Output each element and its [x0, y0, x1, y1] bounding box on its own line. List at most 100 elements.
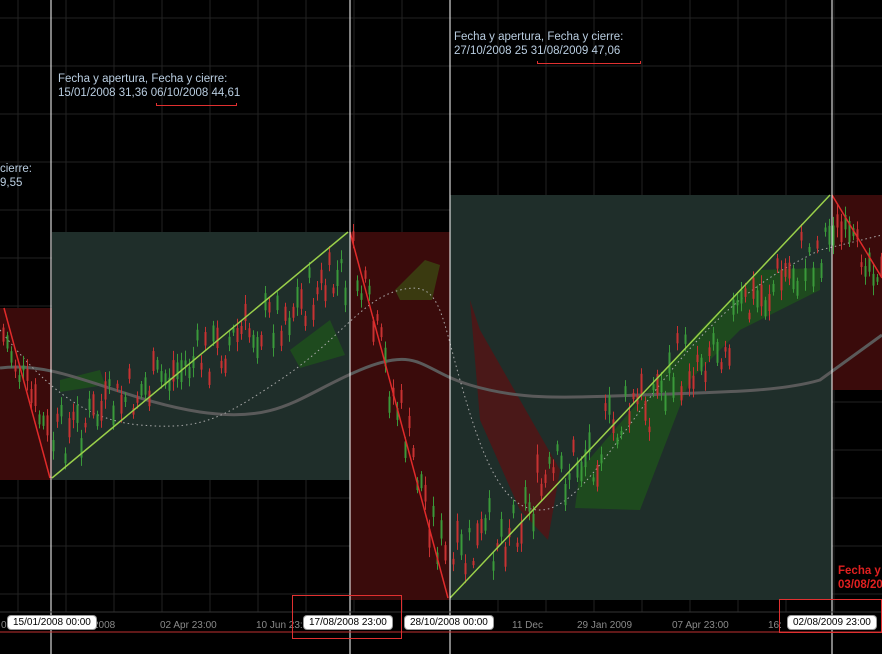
trend-info-label-1: Fecha y apertura, Fecha y cierre: 15/01/… — [58, 72, 240, 100]
candle-seg2-body — [208, 371, 211, 385]
candle-seg2-body — [276, 295, 279, 311]
candle-seg2-body — [284, 306, 287, 321]
candle-seg2-body — [328, 252, 331, 266]
candle-seg4-body — [524, 487, 527, 504]
candle-seg4-body — [460, 534, 463, 556]
candle-seg2-body — [332, 287, 335, 294]
candle-seg2-body — [272, 332, 275, 349]
x-tick-0: 2008 — [93, 620, 116, 631]
candle-seg2-body — [96, 414, 99, 427]
candle-seg5-body — [840, 221, 843, 243]
x-crosshair-badge-4[interactable]: 02/08/2009 23:00 — [788, 616, 876, 629]
candle-seg4-body — [648, 426, 651, 433]
candle-seg2-body — [84, 422, 87, 428]
candle-seg4-body — [724, 347, 727, 352]
candle-seg4-body — [720, 362, 723, 370]
close-value-underline-1 — [156, 103, 237, 106]
candle-seg4-body — [800, 231, 803, 241]
trend-info-0-header: cierre: — [0, 163, 32, 175]
candle-seg4-body — [688, 371, 691, 389]
candle-seg3-body — [432, 505, 435, 517]
candle-seg2-body — [280, 330, 283, 346]
trend-info-label-2: Fecha y apertura, Fecha y cierre: 27/10/… — [454, 30, 623, 58]
candle-seg4-body — [620, 430, 623, 435]
candle-seg3-body — [420, 474, 423, 489]
candle-seg3-body — [444, 545, 447, 561]
candle-seg2-body — [144, 377, 147, 395]
x-tick-3: 11 Dec — [512, 620, 543, 631]
candle-seg2-body — [304, 315, 307, 326]
candle-seg2-body — [76, 405, 79, 423]
candle-seg2-body — [68, 418, 71, 438]
candle-seg4-body — [532, 513, 535, 532]
candle-seg4-body — [768, 294, 771, 312]
trend-info-1-header: Fecha y apertura, Fecha y cierre: — [58, 73, 228, 85]
x-tick-1: 02 Apr 23:00 — [160, 620, 217, 631]
candle-seg2-body — [248, 328, 251, 338]
trend-info-label-0: cierre: 9,55 — [0, 162, 32, 190]
candle-seg4-body — [760, 284, 763, 307]
candle-seg2-body — [128, 368, 131, 379]
x-crosshair-badge-3[interactable]: 28/10/2008 00:00 — [405, 616, 493, 629]
candle-seg4-body — [664, 394, 667, 412]
trend-info-2-values: 27/10/2008 25 31/08/2009 47,06 — [454, 45, 621, 57]
candle-seg4-body — [696, 354, 699, 363]
candle-seg1-body — [34, 384, 37, 407]
candle-seg4-body — [584, 449, 587, 468]
candle-seg3-body — [364, 270, 367, 279]
candle-seg2-body — [260, 334, 263, 347]
candle-seg4-body — [796, 280, 799, 296]
x-tick-5: 07 Apr 23:00 — [672, 620, 729, 631]
candle-seg2-body — [136, 397, 139, 403]
candle-seg4-body — [608, 395, 611, 415]
candle-seg4-body — [600, 454, 603, 464]
candle-seg2-body — [340, 259, 343, 264]
trend-info-label-3: Fecha y 03/08/20 — [838, 564, 882, 592]
candle-seg5-body — [836, 214, 839, 228]
candle-seg1-body — [2, 327, 5, 342]
candle-seg1-body — [10, 351, 13, 363]
candle-seg4-body — [596, 464, 599, 487]
candle-seg2-body — [192, 356, 195, 369]
candle-seg4-body — [732, 299, 735, 315]
candle-seg2-body — [156, 360, 159, 370]
candle-seg2-body — [88, 398, 91, 410]
candle-seg3-body — [352, 231, 355, 241]
trend-info-1-values: 15/01/2008 31,36 06/10/2008 44,61 — [58, 87, 241, 99]
candle-seg4-body — [824, 227, 827, 232]
candle-seg2-body — [316, 287, 319, 295]
candle-seg2-body — [120, 394, 123, 414]
candle-seg4-body — [764, 300, 767, 317]
candle-seg2-body — [184, 360, 187, 366]
candle-seg2-body — [188, 367, 191, 379]
candle-seg2-body — [108, 379, 111, 387]
candle-seg2-body — [296, 286, 299, 308]
candle-seg4-body — [776, 258, 779, 269]
candle-seg4-body — [756, 290, 759, 308]
candle-seg4-body — [492, 561, 495, 571]
candle-seg4-body — [700, 357, 703, 372]
candle-seg1-body — [6, 335, 9, 349]
candle-seg4-body — [452, 558, 455, 565]
candle-seg2-body — [64, 453, 67, 464]
candle-seg2-body — [56, 413, 59, 422]
candle-seg4-body — [820, 263, 823, 278]
candle-seg4-body — [544, 474, 547, 483]
x-tick-4: 29 Jan 2009 — [577, 620, 633, 631]
candle-seg1-body — [42, 415, 45, 426]
candle-seg4-body — [784, 263, 787, 277]
candle-seg2-body — [212, 325, 215, 342]
candle-seg4-body — [528, 502, 531, 512]
candle-seg4-body — [740, 289, 743, 304]
candle-seg4-body — [788, 262, 791, 279]
candle-seg4-body — [580, 461, 583, 482]
candle-seg4-body — [640, 373, 643, 395]
x-crosshair-badge-2[interactable]: 17/08/2008 23:00 — [304, 616, 392, 629]
x-crosshair-badge-1[interactable]: 15/01/2008 00:00 — [8, 616, 96, 629]
candle-seg2-body — [100, 400, 103, 421]
candle-seg4-body — [520, 521, 523, 544]
candle-seg4-body — [736, 300, 739, 306]
trend-info-2-header: Fecha y apertura, Fecha y cierre: — [454, 31, 624, 43]
candle-seg2-body — [292, 306, 295, 318]
candle-seg2-body — [232, 328, 235, 333]
